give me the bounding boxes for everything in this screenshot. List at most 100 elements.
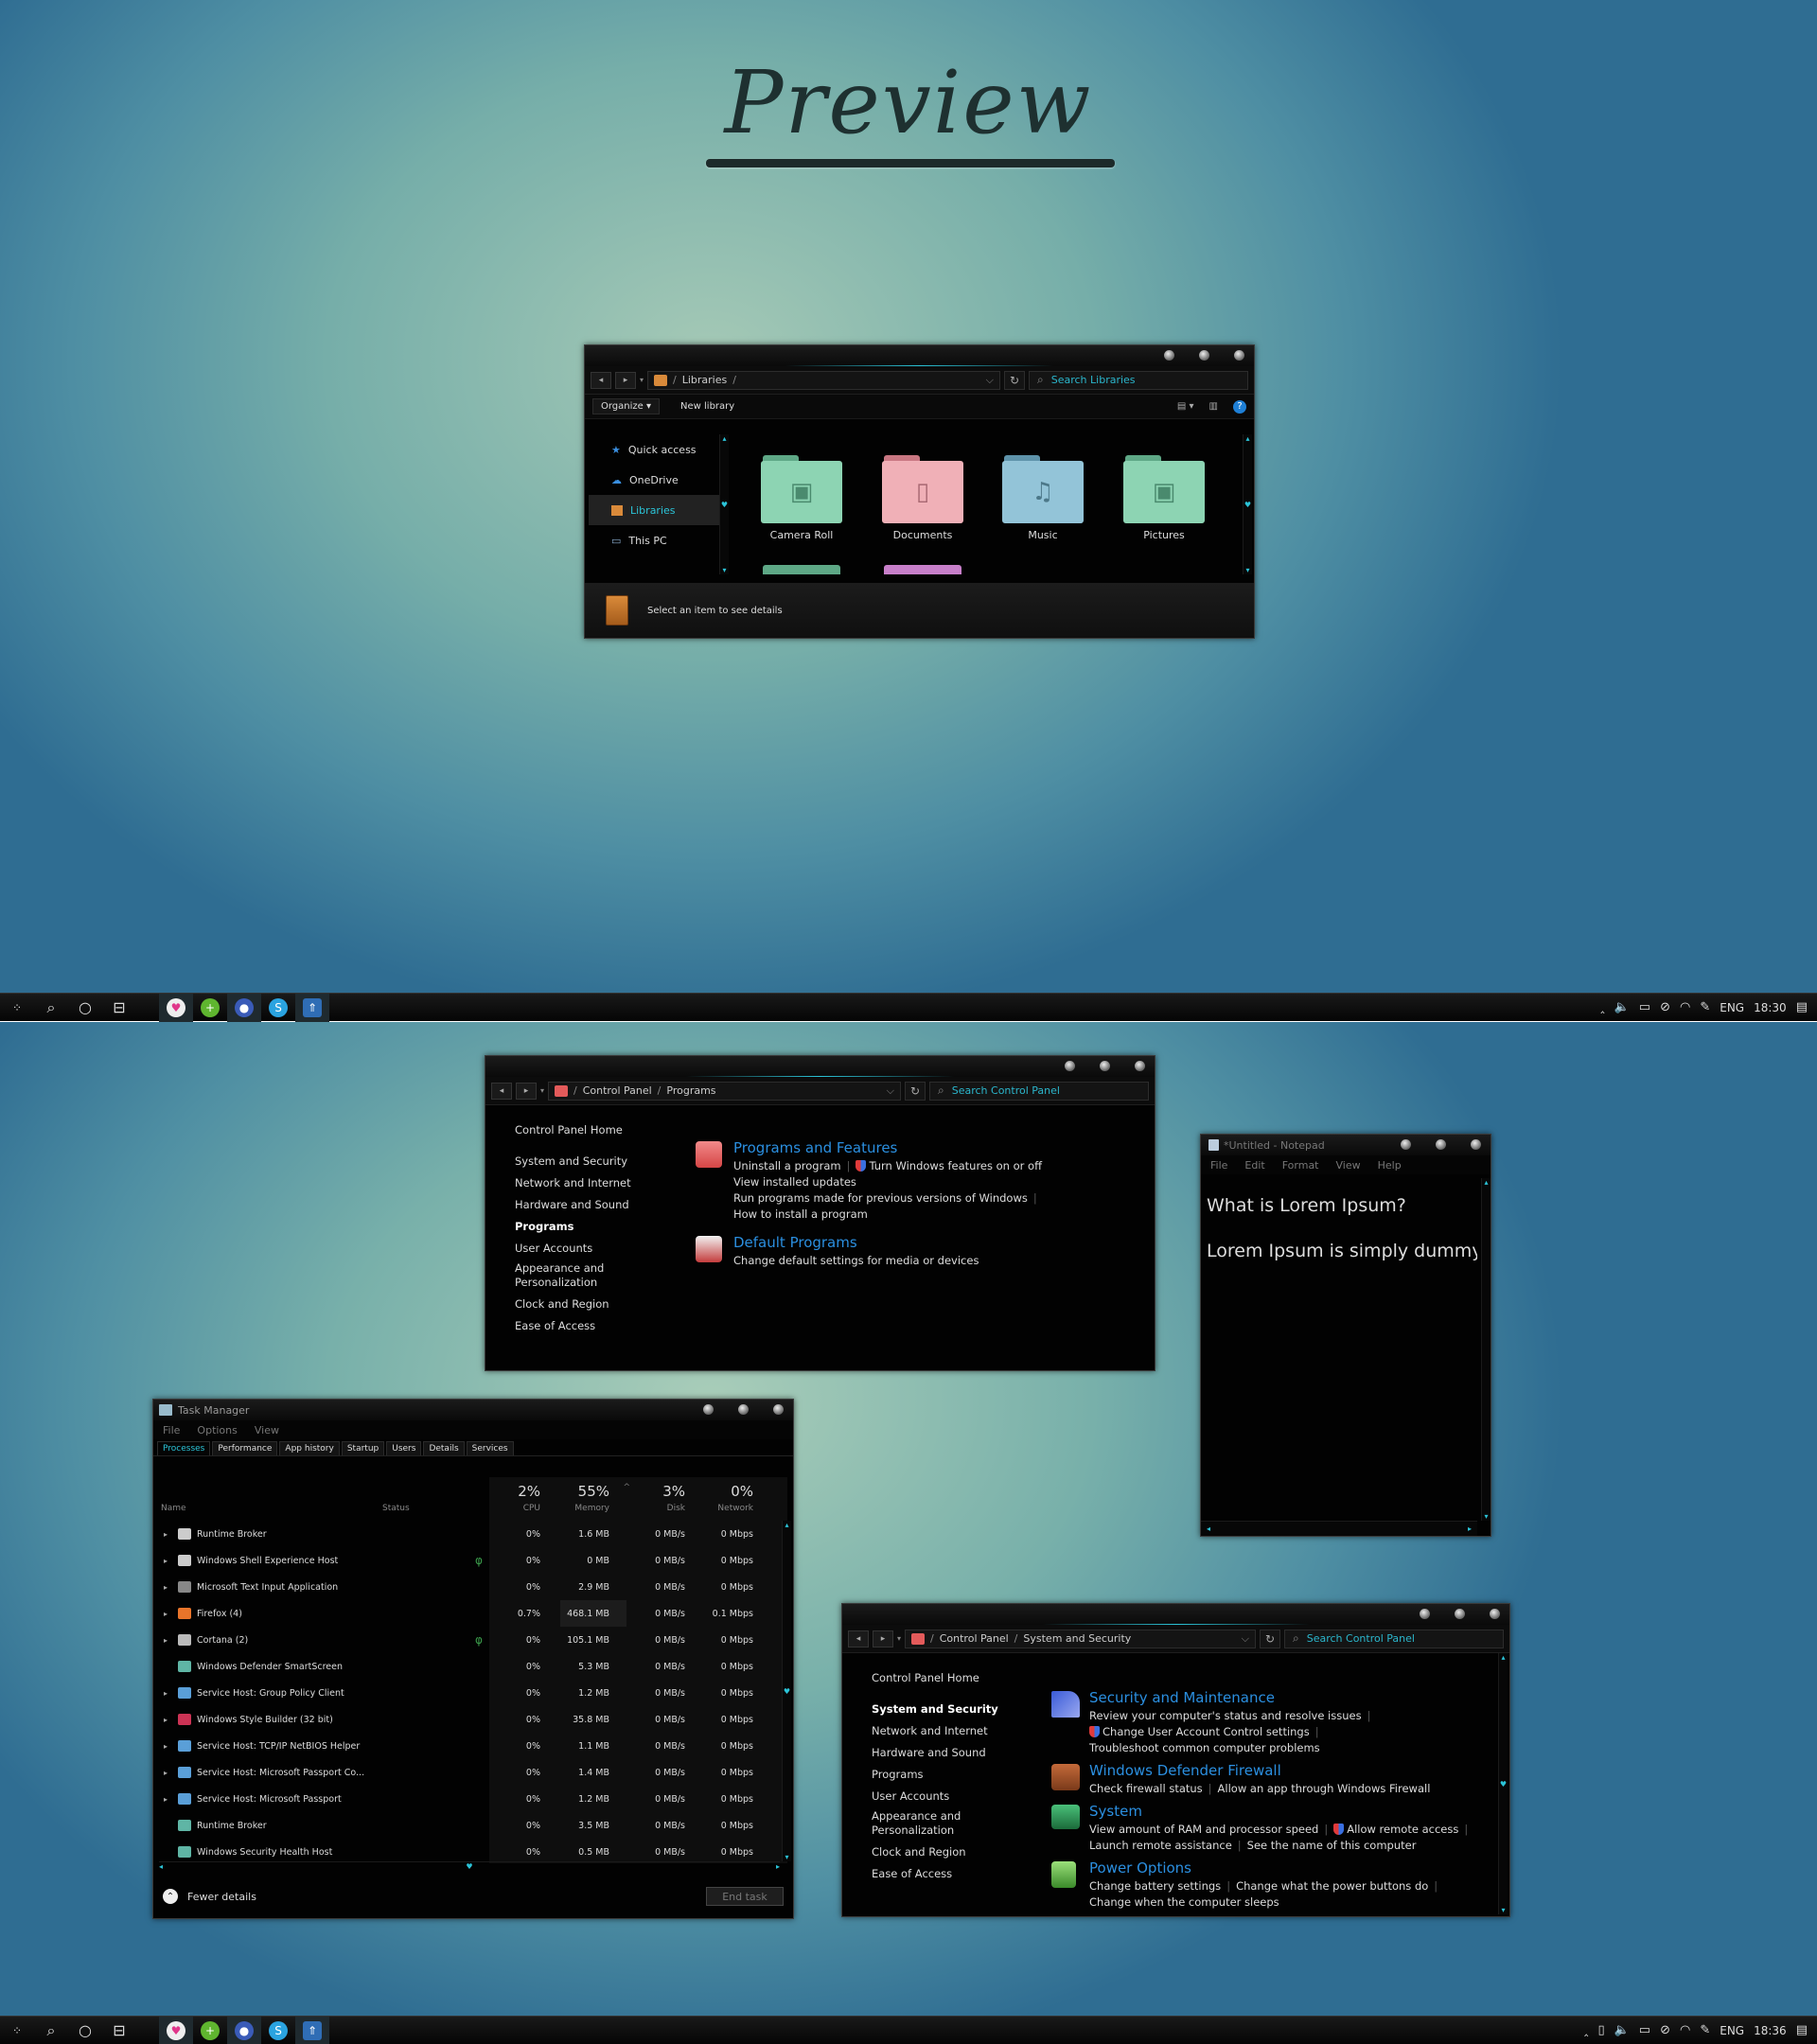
taskbar-app-heart[interactable]: ♥ bbox=[159, 2016, 193, 2044]
taskbar-app-teams[interactable]: ● bbox=[227, 2016, 261, 2044]
cp-link-network[interactable]: Network and Internet bbox=[515, 1172, 647, 1193]
taskbar-app-teams[interactable]: ● bbox=[227, 993, 261, 1022]
system-heading[interactable]: System bbox=[1089, 1803, 1487, 1820]
expand-chevron-icon[interactable]: ▸ bbox=[159, 1557, 172, 1565]
cp-link-network[interactable]: Network and Internet bbox=[872, 1719, 1004, 1741]
table-row[interactable]: ▸ Service Host: Microsoft Passport 0% 1.2 M… bbox=[153, 1786, 782, 1812]
address-bar[interactable]: / Libraries / ⌵ bbox=[647, 370, 1000, 390]
uninstall-link[interactable]: Uninstall a program bbox=[733, 1159, 841, 1172]
expand-chevron-icon[interactable]: ▸ bbox=[159, 1769, 172, 1777]
fewer-details-link[interactable]: Fewer details bbox=[187, 1891, 256, 1903]
remote-assistance-link[interactable]: Launch remote assistance bbox=[1089, 1839, 1232, 1852]
allow-app-link[interactable]: Allow an app through Windows Firewall bbox=[1218, 1782, 1431, 1795]
sleep-link[interactable]: Change when the computer sleeps bbox=[1089, 1895, 1279, 1909]
pen-icon[interactable]: ✎ bbox=[1700, 1000, 1710, 1014]
back-button[interactable]: ◂ bbox=[848, 1630, 869, 1648]
col-name[interactable]: Name bbox=[161, 1504, 186, 1513]
action-center-icon[interactable]: ▤ bbox=[1796, 2023, 1808, 2037]
expand-chevron-icon[interactable]: ▸ bbox=[159, 1636, 172, 1645]
expand-chevron-icon[interactable]: ▸ bbox=[159, 1716, 172, 1724]
table-row[interactable]: ▸ Service Host: Microsoft Passport Co... 0… bbox=[153, 1759, 782, 1786]
close-button[interactable] bbox=[1135, 1061, 1145, 1071]
forward-button[interactable]: ▸ bbox=[516, 1082, 537, 1100]
maximize-button[interactable] bbox=[1455, 1609, 1465, 1619]
refresh-button[interactable]: ↻ bbox=[1260, 1629, 1280, 1648]
expand-chevron-icon[interactable]: ▸ bbox=[159, 1742, 172, 1751]
wifi-icon[interactable]: ◠ bbox=[1680, 1000, 1690, 1014]
search-icon[interactable]: ⌕ bbox=[34, 994, 68, 1022]
search-input[interactable]: ⌕ Search Control Panel bbox=[929, 1081, 1149, 1101]
menu-help[interactable]: Help bbox=[1378, 1159, 1402, 1172]
search-input[interactable]: ⌕ Search Libraries bbox=[1029, 370, 1248, 390]
explorer-titlebar[interactable] bbox=[585, 345, 1254, 366]
taskbar-app-builder[interactable]: ⇑ bbox=[295, 993, 329, 1022]
sort-chevron-up-icon[interactable]: ^ bbox=[623, 1483, 630, 1492]
pen-icon[interactable]: ✎ bbox=[1700, 2023, 1710, 2037]
menu-view[interactable]: View bbox=[255, 1424, 279, 1436]
language-indicator[interactable]: ENG bbox=[1720, 2024, 1744, 2037]
wifi-icon[interactable]: ◠ bbox=[1680, 2023, 1690, 2037]
minimize-button[interactable] bbox=[1065, 1061, 1075, 1071]
table-row[interactable]: ▸ Microsoft Text Input Application 0% 2.9 M… bbox=[153, 1574, 782, 1600]
search-input[interactable]: ⌕ Search Control Panel bbox=[1284, 1629, 1504, 1648]
notepad-vscroll[interactable]: ▴ ▾ bbox=[1481, 1178, 1491, 1521]
firewall-status-link[interactable]: Check firewall status bbox=[1089, 1782, 1203, 1795]
cp-link-system-security[interactable]: System and Security bbox=[515, 1150, 647, 1172]
menu-edit[interactable]: Edit bbox=[1244, 1159, 1264, 1172]
close-button[interactable] bbox=[1471, 1139, 1481, 1150]
clock[interactable]: 18:30 bbox=[1754, 1001, 1787, 1014]
back-button[interactable]: ◂ bbox=[591, 371, 611, 389]
battery-icon[interactable]: ▭ bbox=[1639, 1000, 1650, 1014]
battery-icon[interactable]: ▭ bbox=[1639, 2023, 1650, 2037]
menu-options[interactable]: Options bbox=[197, 1424, 237, 1436]
nav-this-pc[interactable]: ▭ This PC bbox=[589, 525, 719, 555]
col-disk[interactable]: Disk bbox=[667, 1504, 685, 1513]
ram-speed-link[interactable]: View amount of RAM and processor speed bbox=[1089, 1823, 1318, 1836]
taskbar-app-plus[interactable]: + bbox=[193, 2017, 227, 2044]
compat-link[interactable]: Run programs made for previous versions … bbox=[733, 1191, 1028, 1205]
uac-settings-link[interactable]: Change User Account Control settings bbox=[1103, 1725, 1310, 1738]
battery-settings-link[interactable]: Change battery settings bbox=[1089, 1879, 1221, 1893]
task-view-icon[interactable]: ⊟ bbox=[102, 994, 136, 1022]
tab-users[interactable]: Users bbox=[386, 1441, 422, 1455]
firewall-heading[interactable]: Windows Defender Firewall bbox=[1089, 1762, 1487, 1779]
chevron-down-icon[interactable]: ⌵ bbox=[887, 1084, 894, 1098]
address-bar[interactable]: / Control Panel / System and Security ⌵ bbox=[905, 1629, 1256, 1648]
show-hidden-icons-icon[interactable]: ‸ bbox=[1600, 1000, 1604, 1014]
nav-libraries[interactable]: Libraries bbox=[589, 495, 719, 525]
chevron-up-icon[interactable]: ⌃ bbox=[163, 1889, 178, 1904]
action-center-icon[interactable]: ▤ bbox=[1796, 1000, 1808, 1014]
default-programs-heading[interactable]: Default Programs bbox=[733, 1234, 1131, 1251]
cp-link-appearance[interactable]: Appearance and Personalization bbox=[515, 1259, 647, 1293]
chevron-down-icon[interactable]: ⌵ bbox=[986, 374, 994, 387]
menu-view[interactable]: View bbox=[1336, 1159, 1361, 1172]
how-to-install-link[interactable]: How to install a program bbox=[733, 1207, 868, 1221]
network-off-icon[interactable]: ⊘ bbox=[1660, 2023, 1670, 2037]
cp-security-vscroll[interactable]: ▴ ♥ ▾ bbox=[1498, 1653, 1508, 1914]
power-options-heading[interactable]: Power Options bbox=[1089, 1859, 1487, 1877]
recent-dropdown-icon[interactable]: ▾ bbox=[640, 376, 644, 384]
table-row[interactable]: ▸ Cortana (2) 0% 105.1 MB 0 MB/s 0 Mbps φ bbox=[153, 1627, 782, 1653]
search-icon[interactable]: ⌕ bbox=[34, 2017, 68, 2044]
taskbar-app-plus[interactable]: + bbox=[193, 994, 227, 1022]
expand-chevron-icon[interactable]: ▸ bbox=[159, 1530, 172, 1539]
table-row[interactable]: ▸ Firefox (4) 0.7% 468.1 MB 0 MB/s 0.1 Mbps bbox=[153, 1600, 782, 1627]
cp-link-ease[interactable]: Ease of Access bbox=[515, 1314, 647, 1336]
cp-link-hardware[interactable]: Hardware and Sound bbox=[872, 1741, 1004, 1763]
recent-dropdown-icon[interactable]: ▾ bbox=[540, 1086, 544, 1095]
tab-startup[interactable]: Startup bbox=[341, 1441, 385, 1455]
cp-home-link[interactable]: Control Panel Home bbox=[872, 1666, 1004, 1688]
remote-access-link[interactable]: Allow remote access bbox=[1347, 1823, 1458, 1836]
cp-link-appearance[interactable]: Appearance and Personalization bbox=[872, 1806, 1004, 1841]
col-network[interactable]: Network bbox=[717, 1504, 753, 1513]
taskbar-app-skype[interactable]: S bbox=[261, 994, 295, 1022]
tm-titlebar[interactable]: Task Manager bbox=[153, 1400, 793, 1420]
breadcrumb-system-security[interactable]: System and Security bbox=[1023, 1632, 1131, 1645]
menu-file[interactable]: File bbox=[163, 1424, 180, 1436]
expand-chevron-icon[interactable]: ▸ bbox=[159, 1583, 172, 1592]
maximize-button[interactable] bbox=[738, 1404, 749, 1415]
menu-format[interactable]: Format bbox=[1282, 1159, 1319, 1172]
power-buttons-link[interactable]: Change what the power buttons do bbox=[1236, 1879, 1428, 1893]
tab-app-history[interactable]: App history bbox=[279, 1441, 340, 1455]
computer-name-link[interactable]: See the name of this computer bbox=[1247, 1839, 1417, 1852]
